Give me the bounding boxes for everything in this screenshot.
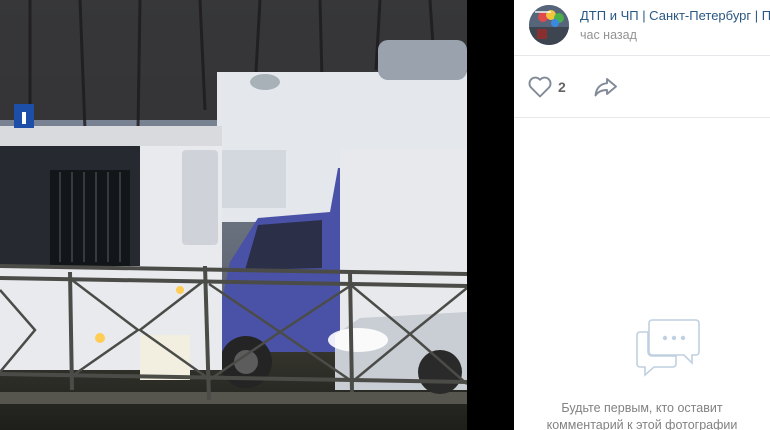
comments-empty-line-2: комментарий к этой фотографии <box>546 418 738 430</box>
comments-empty-text: Будьте первым, кто оставит комментарий к… <box>514 400 770 430</box>
photo-gutter <box>467 0 514 430</box>
photo[interactable] <box>0 0 467 430</box>
post-actions: 2 <box>514 56 770 118</box>
share-arrow-icon <box>594 78 617 97</box>
share-button[interactable] <box>593 74 619 100</box>
photo-viewer: ДТП и ЧП | Санкт-Петербург | П час назад… <box>0 0 770 430</box>
comments-empty-state: Будьте первым, кто оставит комментарий к… <box>514 118 770 430</box>
like-button[interactable]: 2 <box>528 74 566 100</box>
side-panel: ДТП и ЧП | Санкт-Петербург | П час назад… <box>514 0 770 430</box>
comments-empty-line-1: Будьте первым, кто оставит <box>561 401 723 415</box>
like-count: 2 <box>558 79 566 95</box>
photo-image <box>0 0 467 430</box>
group-name-link[interactable]: ДТП и ЧП | Санкт-Петербург | П <box>580 8 770 24</box>
heart-icon <box>528 76 552 98</box>
post-time[interactable]: час назад <box>580 27 637 43</box>
speech-bubbles-icon <box>636 319 700 377</box>
group-avatar-icon <box>529 5 569 45</box>
post-header: ДТП и ЧП | Санкт-Петербург | П час назад <box>514 0 770 56</box>
group-avatar[interactable] <box>529 5 569 45</box>
